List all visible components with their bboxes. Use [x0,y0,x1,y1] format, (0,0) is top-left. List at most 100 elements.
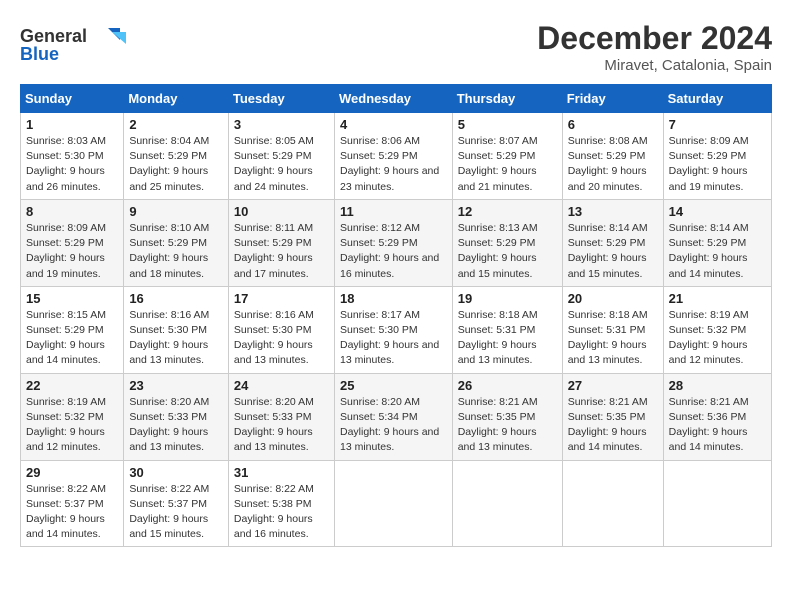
day-number: 6 [568,117,658,132]
calendar-cell [452,460,562,547]
month-title: December 2024 [537,20,772,57]
week-row-4: 22 Sunrise: 8:19 AMSunset: 5:32 PMDaylig… [21,373,772,460]
day-number: 28 [669,378,766,393]
calendar-cell: 11 Sunrise: 8:12 AMSunset: 5:29 PMDaylig… [334,199,452,286]
day-info: Sunrise: 8:21 AMSunset: 5:35 PMDaylight:… [458,396,538,454]
calendar-cell: 24 Sunrise: 8:20 AMSunset: 5:33 PMDaylig… [228,373,334,460]
day-info: Sunrise: 8:16 AMSunset: 5:30 PMDaylight:… [234,309,314,367]
day-number: 16 [129,291,223,306]
calendar-cell: 8 Sunrise: 8:09 AMSunset: 5:29 PMDayligh… [21,199,124,286]
day-number: 18 [340,291,447,306]
day-number: 10 [234,204,329,219]
calendar-cell: 7 Sunrise: 8:09 AMSunset: 5:29 PMDayligh… [663,113,771,200]
day-number: 24 [234,378,329,393]
day-info: Sunrise: 8:08 AMSunset: 5:29 PMDaylight:… [568,135,648,193]
day-number: 1 [26,117,118,132]
calendar-cell: 26 Sunrise: 8:21 AMSunset: 5:35 PMDaylig… [452,373,562,460]
day-number: 31 [234,465,329,480]
col-monday: Monday [124,85,229,113]
col-wednesday: Wednesday [334,85,452,113]
day-info: Sunrise: 8:15 AMSunset: 5:29 PMDaylight:… [26,309,106,367]
day-number: 12 [458,204,557,219]
calendar-cell: 29 Sunrise: 8:22 AMSunset: 5:37 PMDaylig… [21,460,124,547]
day-info: Sunrise: 8:05 AMSunset: 5:29 PMDaylight:… [234,135,314,193]
week-row-1: 1 Sunrise: 8:03 AMSunset: 5:30 PMDayligh… [21,113,772,200]
day-info: Sunrise: 8:03 AMSunset: 5:30 PMDaylight:… [26,135,106,193]
calendar-cell: 12 Sunrise: 8:13 AMSunset: 5:29 PMDaylig… [452,199,562,286]
day-number: 21 [669,291,766,306]
logo-text: General Blue [20,20,130,70]
day-number: 15 [26,291,118,306]
calendar-cell: 19 Sunrise: 8:18 AMSunset: 5:31 PMDaylig… [452,286,562,373]
day-info: Sunrise: 8:04 AMSunset: 5:29 PMDaylight:… [129,135,209,193]
day-number: 7 [669,117,766,132]
calendar-cell: 6 Sunrise: 8:08 AMSunset: 5:29 PMDayligh… [562,113,663,200]
day-info: Sunrise: 8:18 AMSunset: 5:31 PMDaylight:… [458,309,538,367]
day-info: Sunrise: 8:20 AMSunset: 5:34 PMDaylight:… [340,396,439,454]
day-number: 22 [26,378,118,393]
calendar-cell: 23 Sunrise: 8:20 AMSunset: 5:33 PMDaylig… [124,373,229,460]
day-info: Sunrise: 8:21 AMSunset: 5:35 PMDaylight:… [568,396,648,454]
calendar-cell: 13 Sunrise: 8:14 AMSunset: 5:29 PMDaylig… [562,199,663,286]
calendar-cell: 17 Sunrise: 8:16 AMSunset: 5:30 PMDaylig… [228,286,334,373]
day-number: 14 [669,204,766,219]
day-info: Sunrise: 8:19 AMSunset: 5:32 PMDaylight:… [669,309,749,367]
calendar-cell: 20 Sunrise: 8:18 AMSunset: 5:31 PMDaylig… [562,286,663,373]
calendar-cell: 22 Sunrise: 8:19 AMSunset: 5:32 PMDaylig… [21,373,124,460]
calendar-cell: 5 Sunrise: 8:07 AMSunset: 5:29 PMDayligh… [452,113,562,200]
calendar-cell [663,460,771,547]
day-info: Sunrise: 8:20 AMSunset: 5:33 PMDaylight:… [129,396,209,454]
title-block: December 2024 Miravet, Catalonia, Spain [537,20,772,74]
day-info: Sunrise: 8:18 AMSunset: 5:31 PMDaylight:… [568,309,648,367]
day-info: Sunrise: 8:21 AMSunset: 5:36 PMDaylight:… [669,396,749,454]
day-number: 20 [568,291,658,306]
day-info: Sunrise: 8:22 AMSunset: 5:38 PMDaylight:… [234,483,314,541]
day-info: Sunrise: 8:09 AMSunset: 5:29 PMDaylight:… [669,135,749,193]
day-number: 30 [129,465,223,480]
calendar-cell: 9 Sunrise: 8:10 AMSunset: 5:29 PMDayligh… [124,199,229,286]
calendar-cell: 27 Sunrise: 8:21 AMSunset: 5:35 PMDaylig… [562,373,663,460]
day-number: 23 [129,378,223,393]
day-number: 26 [458,378,557,393]
day-number: 2 [129,117,223,132]
day-info: Sunrise: 8:14 AMSunset: 5:29 PMDaylight:… [669,222,749,280]
calendar-cell: 4 Sunrise: 8:06 AMSunset: 5:29 PMDayligh… [334,113,452,200]
svg-text:General: General [20,26,87,46]
day-number: 4 [340,117,447,132]
day-number: 9 [129,204,223,219]
location: Miravet, Catalonia, Spain [537,57,772,74]
calendar-cell: 25 Sunrise: 8:20 AMSunset: 5:34 PMDaylig… [334,373,452,460]
day-info: Sunrise: 8:22 AMSunset: 5:37 PMDaylight:… [26,483,106,541]
calendar-cell: 15 Sunrise: 8:15 AMSunset: 5:29 PMDaylig… [21,286,124,373]
day-number: 19 [458,291,557,306]
week-row-3: 15 Sunrise: 8:15 AMSunset: 5:29 PMDaylig… [21,286,772,373]
day-number: 13 [568,204,658,219]
calendar-cell: 14 Sunrise: 8:14 AMSunset: 5:29 PMDaylig… [663,199,771,286]
svg-text:Blue: Blue [20,44,59,64]
calendar-cell: 18 Sunrise: 8:17 AMSunset: 5:30 PMDaylig… [334,286,452,373]
calendar-table: Sunday Monday Tuesday Wednesday Thursday… [20,84,772,547]
day-info: Sunrise: 8:06 AMSunset: 5:29 PMDaylight:… [340,135,439,193]
calendar-cell: 28 Sunrise: 8:21 AMSunset: 5:36 PMDaylig… [663,373,771,460]
week-row-5: 29 Sunrise: 8:22 AMSunset: 5:37 PMDaylig… [21,460,772,547]
calendar-cell: 3 Sunrise: 8:05 AMSunset: 5:29 PMDayligh… [228,113,334,200]
day-info: Sunrise: 8:17 AMSunset: 5:30 PMDaylight:… [340,309,439,367]
day-info: Sunrise: 8:22 AMSunset: 5:37 PMDaylight:… [129,483,209,541]
logo: General Blue [20,20,130,70]
day-info: Sunrise: 8:12 AMSunset: 5:29 PMDaylight:… [340,222,439,280]
day-number: 8 [26,204,118,219]
day-number: 11 [340,204,447,219]
calendar-cell [334,460,452,547]
day-info: Sunrise: 8:13 AMSunset: 5:29 PMDaylight:… [458,222,538,280]
day-info: Sunrise: 8:19 AMSunset: 5:32 PMDaylight:… [26,396,106,454]
day-info: Sunrise: 8:14 AMSunset: 5:29 PMDaylight:… [568,222,648,280]
col-thursday: Thursday [452,85,562,113]
calendar-cell: 31 Sunrise: 8:22 AMSunset: 5:38 PMDaylig… [228,460,334,547]
calendar-cell: 16 Sunrise: 8:16 AMSunset: 5:30 PMDaylig… [124,286,229,373]
day-number: 3 [234,117,329,132]
col-tuesday: Tuesday [228,85,334,113]
calendar-cell: 2 Sunrise: 8:04 AMSunset: 5:29 PMDayligh… [124,113,229,200]
day-info: Sunrise: 8:09 AMSunset: 5:29 PMDaylight:… [26,222,106,280]
page-header: General Blue December 2024 Miravet, Cata… [20,20,772,74]
calendar-cell: 1 Sunrise: 8:03 AMSunset: 5:30 PMDayligh… [21,113,124,200]
